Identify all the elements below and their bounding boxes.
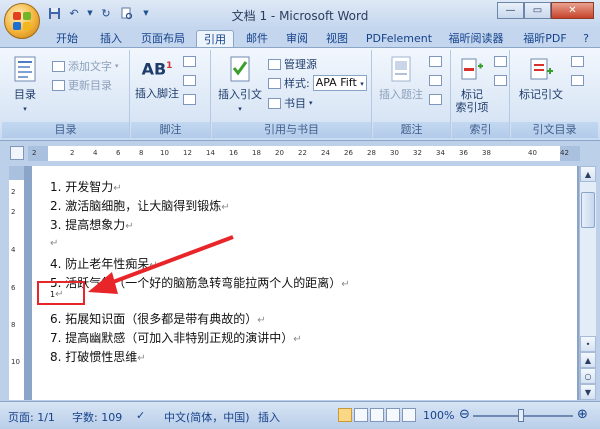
scroll-split-icon[interactable]: •	[580, 336, 596, 352]
zoom-level[interactable]: 100%	[423, 409, 454, 422]
proofing-icon[interactable]: ✓	[136, 409, 145, 422]
status-bar: 页面: 1/1 字数: 109 ✓ 中文(简体，中国) 插入 100% ⊖ ⊕	[0, 401, 600, 429]
zoom-in-icon[interactable]: ⊕	[577, 407, 588, 422]
status-language[interactable]: 中文(简体，中国)	[164, 409, 250, 425]
scroll-thumb[interactable]	[581, 192, 595, 228]
full-screen-reading-icon[interactable]	[354, 408, 368, 422]
scroll-up-icon[interactable]: ▲	[580, 166, 596, 182]
status-page[interactable]: 页面: 1/1	[8, 409, 55, 425]
previous-page-icon[interactable]: ▲	[580, 352, 596, 368]
draft-view-icon[interactable]	[402, 408, 416, 422]
browse-object-icon[interactable]: ○	[580, 368, 596, 384]
web-layout-icon[interactable]	[370, 408, 384, 422]
annotation-arrow-icon	[88, 235, 234, 294]
zoom-out-icon[interactable]: ⊖	[459, 407, 470, 422]
status-word-count[interactable]: 字数: 109	[72, 409, 122, 425]
office-button[interactable]	[4, 3, 40, 39]
zoom-slider-thumb[interactable]	[518, 409, 524, 422]
office-logo-icon	[13, 12, 31, 30]
status-insert-mode[interactable]: 插入	[258, 409, 280, 425]
outline-view-icon[interactable]	[386, 408, 400, 422]
vertical-scrollbar[interactable]: ▲ • ▲ ○ ▼	[579, 166, 596, 400]
print-layout-icon[interactable]	[338, 408, 352, 422]
next-page-icon[interactable]: ▼	[580, 384, 596, 400]
